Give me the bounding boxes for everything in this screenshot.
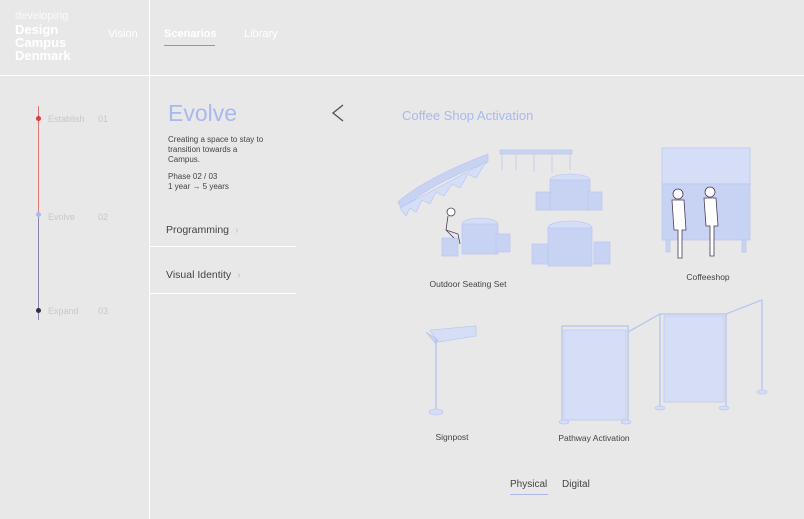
tab-active-underline — [510, 494, 548, 495]
timeline-dot-expand[interactable] — [36, 308, 41, 313]
timeline-dot-evolve[interactable] — [36, 212, 41, 217]
timeline-label-expand[interactable]: Expand — [48, 306, 79, 316]
left-divider — [149, 0, 150, 519]
phase-description: Creating a space to stay to transition t… — [168, 135, 264, 164]
phase-title: Evolve — [168, 100, 238, 126]
caption-outdoor-seating: Outdoor Seating Set — [429, 279, 507, 289]
chevron-left-icon — [331, 104, 344, 122]
phase-duration: 1 year → 5 years — [168, 182, 229, 191]
chevron-right-icon: › — [235, 225, 239, 236]
nav-active-underline — [164, 45, 215, 46]
header-divider — [0, 75, 804, 76]
timeline-label-evolve[interactable]: Evolve — [48, 212, 75, 222]
back-button[interactable] — [330, 103, 346, 128]
caption-signpost: Signpost — [435, 432, 469, 442]
menu-divider-1 — [150, 246, 296, 247]
logo-line-4: Denmark — [15, 48, 71, 63]
nav-vision[interactable]: Vision — [108, 28, 138, 40]
signpost-illustration[interactable] — [420, 322, 480, 420]
timeline-number-establish: 01 — [98, 114, 109, 124]
caption-coffeeshop: Coffeeshop — [686, 272, 730, 282]
timeline-dot-establish[interactable] — [36, 116, 41, 121]
phase-info: Phase 02 / 03 1 year → 5 years — [168, 172, 229, 192]
phase-number: Phase 02 / 03 — [168, 172, 218, 181]
timeline-line-lower — [38, 218, 39, 320]
section-title: Coffee Shop Activation — [402, 108, 534, 123]
timeline-number-evolve: 02 — [98, 212, 109, 222]
caption-pathway-activation: Pathway Activation — [558, 433, 630, 443]
pathway-activation-illustration[interactable] — [556, 296, 772, 428]
nav-library[interactable]: Library — [244, 28, 278, 40]
tab-physical[interactable]: Physical — [510, 479, 547, 490]
menu-divider-2 — [150, 293, 296, 294]
chevron-right-icon: › — [237, 270, 241, 281]
menu-item-label: Programming — [166, 224, 230, 236]
menu-item-visual-identity[interactable]: Visual Identity › — [166, 269, 241, 281]
nav-scenarios[interactable]: Scenarios — [164, 28, 217, 40]
menu-item-programming[interactable]: Programming › — [166, 224, 238, 236]
menu-item-label: Visual Identity — [166, 269, 232, 281]
timeline-number-expand: 03 — [98, 306, 109, 316]
timeline-label-establish[interactable]: Establish — [48, 114, 85, 124]
logo[interactable]: developing Design Campus Denmark — [15, 10, 71, 62]
tab-digital[interactable]: Digital — [562, 479, 590, 490]
timeline-line-upper — [38, 106, 39, 218]
coffeeshop-illustration[interactable] — [658, 146, 754, 262]
outdoor-seating-illustration[interactable] — [396, 146, 612, 274]
